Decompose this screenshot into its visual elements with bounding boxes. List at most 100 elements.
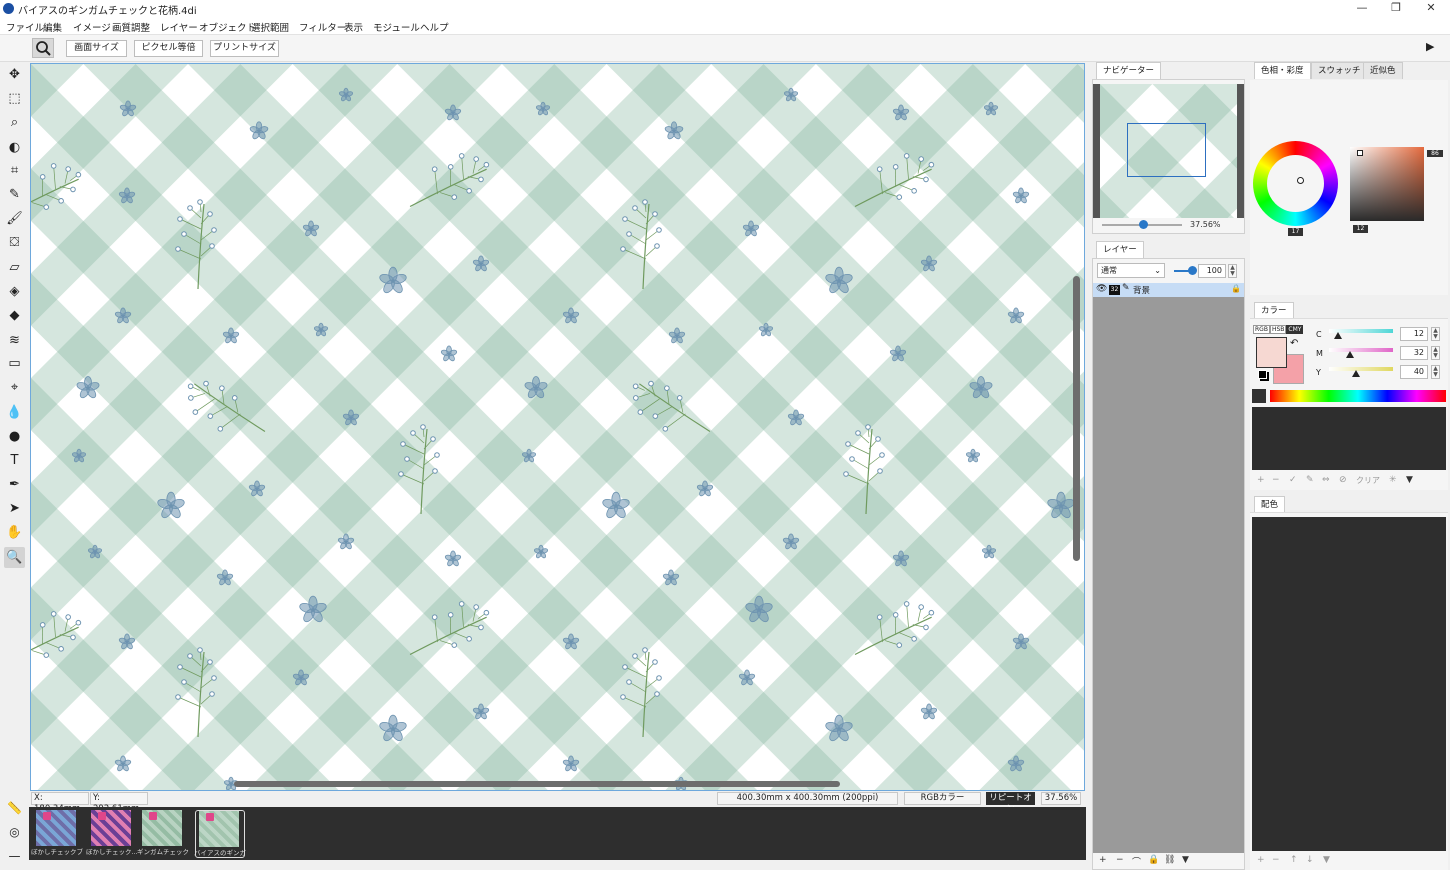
pen-tool[interactable]: ✒ (4, 474, 25, 495)
menu-object[interactable]: オブジェクト (199, 20, 256, 34)
tab-palette[interactable]: 配色 (1254, 496, 1286, 513)
channel-value-input[interactable]: 12 (1400, 327, 1428, 341)
document-thumbnail[interactable]: バイアスのギンガ... (194, 810, 246, 858)
pointer-tool[interactable]: ➤ (4, 498, 25, 519)
brush-tool[interactable]: 🖌 (4, 208, 25, 229)
rect-select-tool[interactable]: ⬚ (4, 88, 25, 109)
delete-layer-icon[interactable]: − (1116, 855, 1124, 865)
tab-layer[interactable]: レイヤー (1096, 241, 1144, 258)
channel-stepper[interactable]: ▲ ▼ (1431, 365, 1440, 379)
hand-tool[interactable]: ✋ (4, 522, 25, 543)
object-select-tool[interactable]: ⌖ (4, 377, 25, 398)
menu-help[interactable]: ヘルプ (420, 20, 449, 34)
link-layer-icon[interactable]: ⛓ (1164, 855, 1175, 865)
zoom-tool[interactable]: 🔍 (4, 547, 25, 568)
opacity-stepper[interactable]: ▲ ▼ (1228, 264, 1237, 278)
opacity-knob[interactable] (1188, 266, 1197, 275)
pattern-tool[interactable]: ≋ (4, 330, 25, 351)
spectrum-bar[interactable] (1270, 390, 1446, 402)
remove-palette-icon[interactable]: − (1272, 855, 1280, 865)
color-mode[interactable]: RGBカラー (904, 792, 981, 805)
document-thumbnail[interactable]: ぼかしチェック...* (86, 810, 138, 858)
channel-slider[interactable] (1329, 367, 1393, 371)
navigator-zoom-knob[interactable] (1139, 220, 1148, 229)
hue-wheel[interactable] (1253, 141, 1338, 226)
current-color-chip[interactable] (1252, 389, 1266, 403)
mask-layer-icon[interactable]: ⌒ (1132, 855, 1141, 868)
menu-module[interactable]: モジュール (373, 20, 420, 34)
opacity-input[interactable]: 100 (1198, 264, 1226, 278)
ruler-icon[interactable]: 📏 (4, 796, 25, 820)
lock-layer-icon[interactable]: 🔒 (1148, 855, 1159, 865)
brush-lock-icon[interactable]: ✎ (1122, 283, 1130, 293)
vertical-scrollbar[interactable] (1073, 276, 1080, 561)
foreground-color-swatch[interactable] (1256, 337, 1287, 368)
channel-slider[interactable] (1329, 348, 1393, 352)
move-up-icon[interactable]: ↑ (1290, 855, 1298, 865)
swap-swatch-icon[interactable]: ⇔ (1322, 475, 1330, 485)
auto-select-tool[interactable]: ◐ (4, 137, 25, 158)
move-down-icon[interactable]: ↓ (1306, 855, 1314, 865)
channel-knob[interactable] (1352, 370, 1360, 377)
stamp-tool[interactable]: ⛋ (4, 232, 25, 253)
clear-swatch-button[interactable]: クリア (1356, 475, 1380, 486)
add-swatch-icon[interactable]: + (1257, 475, 1265, 485)
mode-cmy[interactable]: CMY (1286, 325, 1304, 334)
hue-marker[interactable] (1297, 177, 1304, 184)
tab-hue-saturation[interactable]: 色相・彩度 (1254, 62, 1311, 79)
swatch-area[interactable] (1252, 407, 1446, 470)
expand-panel-icon[interactable]: ▶ (1426, 40, 1434, 53)
drop-tool[interactable]: 💧 (4, 402, 25, 423)
mode-hsb[interactable]: HSB (1269, 325, 1287, 334)
bucket-tool[interactable]: ◈ (4, 281, 25, 302)
mode-rgb[interactable]: RGB (1253, 325, 1270, 334)
mask-icon[interactable]: ◎ (4, 820, 25, 844)
channel-knob[interactable] (1346, 351, 1354, 358)
menu-edit[interactable]: 編集 (43, 20, 62, 34)
maximize-button[interactable]: ❐ (1378, 0, 1414, 17)
repeat-toggle[interactable]: リピートオン (986, 792, 1035, 814)
swatch-menu-icon[interactable]: ▼ (1406, 475, 1413, 485)
menu-view[interactable]: 表示 (344, 20, 363, 34)
lock-icon[interactable]: 🔒 (1231, 284, 1241, 293)
move-tool[interactable]: ✥ (4, 64, 25, 85)
rectangle-tool[interactable]: ▭ (4, 353, 25, 374)
eyedropper-tool[interactable]: ✎ (4, 184, 25, 205)
text-tool[interactable]: T (4, 450, 25, 471)
minimize-button[interactable]: — (1344, 0, 1380, 17)
palette-area[interactable] (1252, 517, 1446, 851)
channel-knob[interactable] (1334, 332, 1342, 339)
default-colors-icon[interactable] (1258, 370, 1267, 379)
check-icon[interactable]: ✓ (1289, 475, 1297, 485)
asterisk-icon[interactable]: ✳ (1389, 475, 1397, 485)
channel-value-input[interactable]: 32 (1400, 346, 1428, 360)
add-palette-icon[interactable]: + (1257, 855, 1265, 865)
canvas[interactable] (30, 63, 1085, 791)
menu-selection[interactable]: 選択範囲 (251, 20, 289, 34)
add-layer-icon[interactable]: + (1099, 855, 1107, 865)
layer-row[interactable]: 👁 32 ✎ 背景 🔒 (1093, 283, 1244, 297)
horizontal-scrollbar[interactable] (234, 781, 840, 787)
eraser-tool[interactable]: ▱ (4, 257, 25, 278)
collapse-icon[interactable]: — (4, 844, 25, 868)
layer-menu-icon[interactable]: ▼ (1182, 855, 1189, 865)
lasso-tool[interactable]: ⌕ (4, 112, 25, 133)
no-color-icon[interactable]: ⊘ (1339, 475, 1347, 485)
palette-menu-icon[interactable]: ▼ (1323, 855, 1330, 865)
document-thumbnail[interactable]: ギンガムチェック... (137, 810, 189, 858)
blend-mode-select[interactable]: 通常 ⌄ (1097, 263, 1165, 278)
menu-file[interactable]: ファイル (6, 20, 44, 34)
menu-layer[interactable]: レイヤー (160, 20, 198, 34)
menu-adjust[interactable]: 画質調整 (112, 20, 150, 34)
tab-color[interactable]: カラー (1254, 302, 1294, 319)
zoom-tool-button[interactable] (32, 38, 54, 58)
channel-stepper[interactable]: ▲ ▼ (1431, 346, 1440, 360)
edit-swatch-icon[interactable]: ✎ (1306, 475, 1314, 485)
close-button[interactable]: ✕ (1413, 0, 1449, 17)
tab-similar-color[interactable]: 近似色 (1363, 62, 1403, 79)
crop-tool[interactable]: ⌗ (4, 160, 25, 181)
print-size-button[interactable]: プリントサイズ (210, 40, 279, 57)
menu-filter[interactable]: フィルター (299, 20, 346, 34)
channel-stepper[interactable]: ▲ ▼ (1431, 327, 1440, 341)
channel-value-input[interactable]: 40 (1400, 365, 1428, 379)
